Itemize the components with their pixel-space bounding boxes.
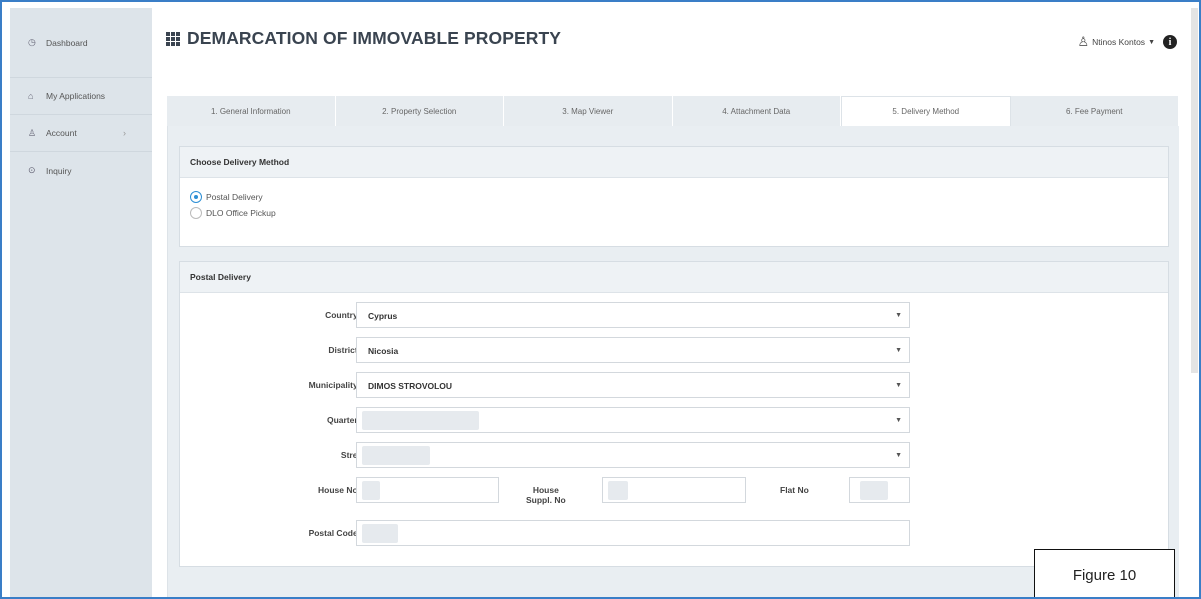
- sidebar-item-label: Dashboard: [46, 37, 88, 48]
- house-suppl-no-label: House Suppl. No: [526, 485, 566, 505]
- chevron-right-icon: ›: [123, 128, 126, 138]
- sidebar-item-dashboard[interactable]: ◷ Dashboard: [10, 8, 152, 78]
- sidebar: ◷ Dashboard ⌂ My Applications ♙ Account …: [10, 8, 152, 597]
- app-window: ◷ Dashboard ⌂ My Applications ♙ Account …: [0, 0, 1201, 599]
- quarter-select[interactable]: ▼: [356, 407, 910, 433]
- dropdown-arrow-icon: ▼: [895, 452, 902, 459]
- user-icon: ♙: [1077, 34, 1090, 49]
- tab-fee-payment[interactable]: 6. Fee Payment: [1010, 96, 1179, 126]
- redacted-value: [362, 446, 430, 465]
- postal-code-row: Postal Code*: [180, 520, 1168, 546]
- house-no-input[interactable]: [356, 477, 499, 503]
- content-area: Choose Delivery Method Postal Delivery D…: [167, 126, 1179, 597]
- sidebar-item-account[interactable]: ♙ Account ›: [10, 115, 152, 152]
- page-title: DEMARCATION OF IMMOVABLE PROPERTY: [166, 28, 561, 49]
- quarter-row: Quarter* ▼: [180, 407, 1168, 433]
- info-icon[interactable]: i: [1163, 35, 1177, 49]
- grid-menu-icon[interactable]: [166, 31, 180, 46]
- caret-down-icon[interactable]: ▼: [1148, 39, 1155, 46]
- radio-label: Postal Delivery: [206, 192, 263, 202]
- user-menu[interactable]: ♙ Ntinos Kontos ▼ i: [1077, 34, 1177, 50]
- district-row: District* Nicosia▼: [180, 337, 1168, 363]
- sidebar-item-label: Account: [46, 128, 77, 138]
- user-icon: ♙: [28, 127, 37, 138]
- tab-general-information[interactable]: 1. General Information: [167, 96, 336, 126]
- district-select[interactable]: Nicosia ▼: [356, 337, 910, 363]
- tab-property-selection[interactable]: 2. Property Selection: [335, 96, 504, 126]
- delivery-method-panel: Choose Delivery Method Postal Delivery D…: [179, 146, 1169, 247]
- dropdown-arrow-icon: ▼: [895, 312, 902, 319]
- sidebar-item-inquiry[interactable]: ⊙ Inquiry: [10, 152, 152, 189]
- figure-caption: Figure 10: [1034, 549, 1175, 597]
- country-select[interactable]: Cyprus ▼: [356, 302, 910, 328]
- scrollbar[interactable]: [1191, 8, 1198, 373]
- radio-label: DLO Office Pickup: [206, 208, 276, 218]
- clock-icon: ◷: [28, 37, 36, 47]
- street-select[interactable]: ▼: [356, 442, 910, 468]
- page-title-text: DEMARCATION OF IMMOVABLE PROPERTY: [187, 28, 562, 48]
- redacted-value: [362, 411, 479, 430]
- municipality-row: Municipality* DIMOS STROVOLOU▼: [180, 372, 1168, 398]
- dropdown-arrow-icon: ▼: [895, 417, 902, 424]
- question-icon: ⊙: [28, 165, 36, 175]
- tab-delivery-method[interactable]: 5. Delivery Method: [841, 96, 1011, 126]
- sidebar-item-label: Inquiry: [46, 165, 72, 176]
- radio-dlo-office-pickup[interactable]: DLO Office Pickup: [190, 207, 1168, 219]
- sidebar-item-my-applications[interactable]: ⌂ My Applications: [10, 78, 152, 115]
- tab-attachment-data[interactable]: 4. Attachment Data: [672, 96, 841, 126]
- bank-icon: ⌂: [28, 91, 34, 101]
- flat-no-input[interactable]: [849, 477, 910, 503]
- panel-heading: Choose Delivery Method: [180, 147, 1168, 178]
- postal-code-input[interactable]: [356, 520, 910, 546]
- dropdown-arrow-icon: ▼: [895, 347, 902, 354]
- house-suppl-no-input[interactable]: [602, 477, 746, 503]
- radio-button-checked[interactable]: [190, 191, 202, 203]
- radio-postal-delivery[interactable]: Postal Delivery: [190, 191, 1168, 203]
- house-row: House No* HouseSuppl. No Flat No: [180, 477, 1168, 505]
- flat-no-label: Flat No: [780, 485, 809, 495]
- radio-button[interactable]: [190, 207, 202, 219]
- dropdown-arrow-icon: ▼: [895, 382, 902, 389]
- country-row: Country* Cyprus▼: [180, 302, 1168, 328]
- wizard-tabs: 1. General Information 2. Property Selec…: [167, 96, 1179, 126]
- street-row: Street ▼: [180, 442, 1168, 468]
- user-name[interactable]: Ntinos Kontos: [1092, 37, 1145, 47]
- sidebar-item-label: My Applications: [46, 91, 106, 101]
- tab-map-viewer[interactable]: 3. Map Viewer: [504, 96, 673, 126]
- municipality-select[interactable]: DIMOS STROVOLOU ▼: [356, 372, 910, 398]
- postal-delivery-panel: Postal Delivery Country* Cyprus▼ Distric…: [179, 261, 1169, 567]
- header: DEMARCATION OF IMMOVABLE PROPERTY ♙ Ntin…: [152, 8, 1195, 93]
- panel-heading: Postal Delivery: [180, 262, 1168, 293]
